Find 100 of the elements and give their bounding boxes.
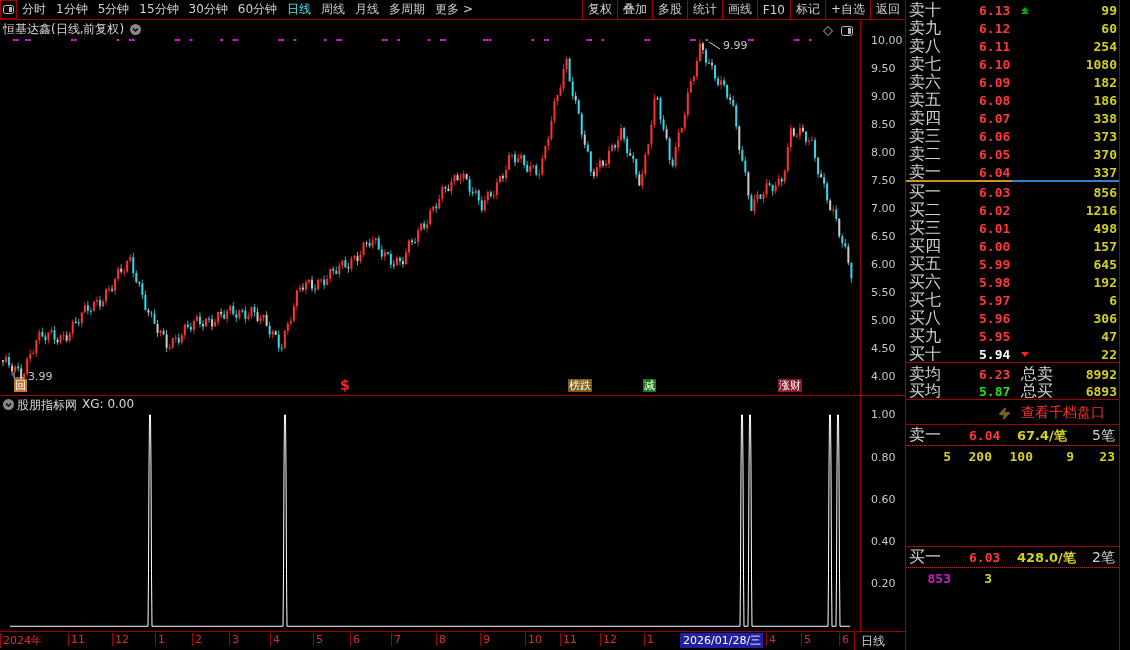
order-volume: 498 [1092, 221, 1117, 236]
order-price: 6.05 [979, 147, 1012, 162]
order-count: 2笔 [1092, 548, 1115, 567]
chevron-down-icon[interactable] [130, 24, 141, 35]
average-price: 5.87 [979, 384, 1012, 399]
total-label: 总卖 [1021, 364, 1054, 383]
order-level-label: 买四 [909, 236, 942, 256]
signal-marker: 减 [643, 379, 656, 392]
period-tab[interactable]: 分时 [17, 0, 51, 19]
order-level-label: 卖一 [909, 425, 942, 446]
period-tab[interactable]: 更多 > [430, 0, 478, 19]
order-count: 5笔 [1092, 426, 1115, 445]
date-axis-label: 2024年 [0, 633, 44, 648]
panel-toggle-icon[interactable] [841, 26, 853, 36]
order-price: 6.06 [979, 129, 1012, 144]
period-tab[interactable]: 30分钟 [183, 0, 233, 19]
order-price: 5.97 [979, 293, 1012, 308]
order-size: 100 [1008, 448, 1033, 464]
panel-toggle-button[interactable] [0, 0, 17, 19]
order-level-label: 买三 [909, 218, 942, 238]
date-axis-label: 5 [801, 633, 813, 646]
order-level-label: 买十 [909, 344, 942, 365]
order-level-label: 买二 [909, 200, 942, 220]
date-axis-label: 7 [391, 633, 403, 646]
period-tab[interactable]: 日线 [282, 0, 317, 19]
low-price-label: 3.99 [28, 370, 53, 383]
order-volume: 373 [1092, 129, 1117, 144]
price-tick: 9.00 [871, 90, 896, 103]
total-volume: 8992 [1084, 367, 1117, 382]
chart-title: 恒基达鑫(日线,前复权) [3, 21, 125, 38]
order-price: 6.04 [969, 428, 1002, 443]
indicator-reading: XG: 0.00 [82, 397, 135, 412]
diamond-icon[interactable] [823, 26, 833, 36]
order-volume: 192 [1092, 275, 1117, 290]
order-volume: 22 [1100, 347, 1117, 362]
date-axis-label: 4 [766, 633, 778, 646]
depth-view-link[interactable]: 查看千档盘口 [1021, 404, 1105, 422]
order-price: 6.09 [979, 75, 1012, 90]
order-size: 23 [1098, 448, 1115, 464]
signal-marker: $ [339, 379, 351, 392]
period-tab[interactable]: 1分钟 [51, 0, 93, 19]
order-price: 6.03 [969, 550, 1002, 565]
date-axis-label: 11 [68, 633, 87, 646]
period-tab[interactable]: 多周期 [384, 0, 431, 19]
order-volume: 186 [1092, 93, 1117, 108]
order-level-label: 买八 [909, 308, 942, 328]
average-price: 6.23 [979, 367, 1012, 382]
period-tab[interactable]: 60分钟 [232, 0, 283, 19]
chevron-down-icon[interactable] [3, 399, 14, 411]
order-volume: 6 [1108, 293, 1117, 308]
order-price: 6.08 [979, 93, 1012, 108]
period-tab[interactable]: 月线 [350, 0, 385, 19]
date-axis-label: 1 [155, 633, 167, 646]
order-level-label: 卖七 [909, 54, 942, 73]
indicator-tick: 0.20 [871, 577, 896, 591]
lightning-icon [998, 406, 1011, 420]
order-price: 6.04 [979, 165, 1012, 180]
order-level-label: 买五 [909, 254, 942, 273]
indicator-tick: 0.60 [871, 492, 896, 506]
order-price: 6.13 [979, 3, 1012, 18]
order-level-label: 卖十 [909, 0, 942, 20]
date-axis-label: 12 [600, 633, 619, 646]
price-tick: 4.50 [871, 342, 896, 355]
order-size: 853 [926, 570, 951, 586]
order-price: 5.98 [979, 275, 1012, 290]
price-tick: 10.00 [871, 34, 903, 47]
date-axis-label: 8 [436, 633, 448, 646]
order-level-label: 卖九 [909, 18, 942, 38]
period-tab[interactable]: 周线 [316, 0, 351, 19]
order-size: 200 [967, 448, 992, 464]
date-axis-label: 10 [525, 633, 544, 646]
order-level-label: 卖四 [909, 108, 942, 128]
date-axis-label: 1 [644, 633, 656, 646]
average-label: 买均 [909, 381, 942, 402]
date-axis-label: 11 [560, 633, 579, 646]
period-tab[interactable]: 5分钟 [92, 0, 135, 19]
indicator-tick: 0.80 [871, 450, 896, 464]
order-price: 5.95 [979, 329, 1012, 344]
order-level-label: 买九 [909, 326, 942, 346]
order-level-label: 买六 [909, 272, 942, 292]
price-tick: 8.50 [871, 118, 896, 131]
order-volume: 60 [1100, 21, 1117, 36]
order-level-label: 卖二 [909, 144, 942, 164]
order-volume: 337 [1092, 165, 1117, 180]
price-tick: 7.50 [871, 174, 896, 187]
date-axis-label: 3 [229, 633, 241, 646]
period-tab[interactable]: 15分钟 [134, 0, 184, 19]
order-size: 9 [1065, 448, 1074, 464]
order-price: 5.99 [979, 257, 1012, 272]
order-volume: 1080 [1084, 57, 1117, 72]
order-volume: 645 [1092, 257, 1117, 272]
order-level-label: 卖八 [909, 36, 942, 56]
order-size: 3 [983, 570, 992, 586]
order-level-label: 卖五 [909, 90, 942, 110]
indicator-title: 股朋指标网 [17, 397, 77, 415]
total-volume: 6893 [1084, 384, 1117, 399]
date-axis-label: 6 [839, 633, 851, 646]
average-per-order: 428.0/笔 [1016, 548, 1077, 567]
order-level-label: 卖一 [909, 162, 942, 183]
order-price: 5.96 [979, 311, 1012, 326]
